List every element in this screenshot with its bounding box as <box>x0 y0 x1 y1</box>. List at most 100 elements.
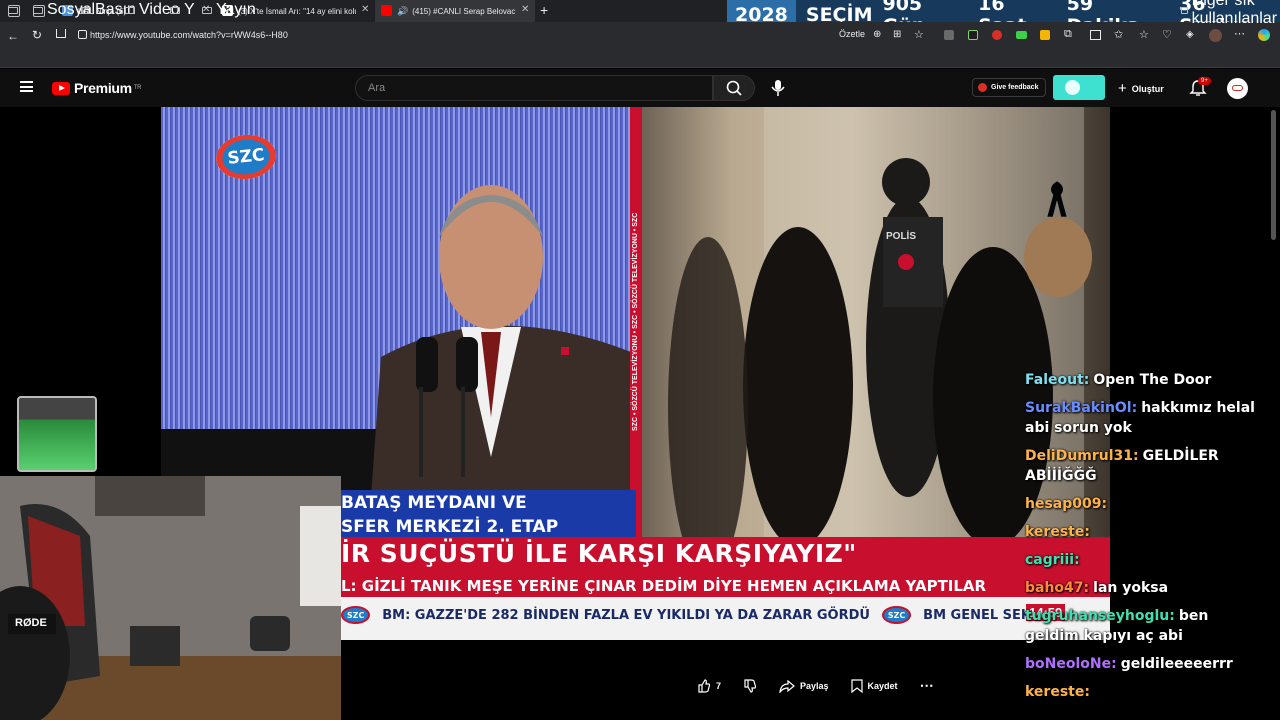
avatar-logo <box>1232 85 1243 91</box>
folder-icon <box>81 6 91 14</box>
tab-title: (415) #CANLI Serap Belovac <box>412 6 516 16</box>
chat-text: lan yoksa <box>1093 580 1169 596</box>
voice-search-button[interactable] <box>765 76 791 100</box>
chat-text: geldileeeeerrr <box>1120 656 1233 672</box>
share-arrow-icon <box>779 679 795 693</box>
bookmark-folder-y[interactable]: Y <box>170 1 195 18</box>
svg-text:POLİS: POLİS <box>886 229 916 242</box>
close-tab-icon[interactable]: ✕ <box>361 4 369 15</box>
copilot-icon[interactable]: ◈ <box>1186 29 1194 40</box>
hamburger-menu-icon[interactable] <box>20 81 33 92</box>
extension-icon[interactable] <box>968 30 978 40</box>
extension-toggle[interactable] <box>1053 75 1105 100</box>
more-options-icon[interactable]: ⋯ <box>1234 27 1245 40</box>
split-screen-icon[interactable] <box>1090 30 1101 40</box>
chat-message: tugruhanseyhoglu: ben geldim kapıyı aç ab… <box>1025 606 1255 646</box>
bookmark-folder-yayin[interactable]: Yayın <box>202 1 256 18</box>
szc-ticker-logo: SZC <box>881 606 912 624</box>
chat-message: cagriii: <box>1025 550 1255 570</box>
reload-icon[interactable]: ↻ <box>32 28 42 42</box>
folder-icon <box>125 6 135 14</box>
notification-badge: 9+ <box>1198 77 1211 85</box>
collections-star-icon[interactable]: ✩ <box>1114 28 1123 41</box>
more-actions-button[interactable]: ⋯ <box>920 677 934 694</box>
chat-username: tugruhanseyhoglu: <box>1025 608 1175 624</box>
chat-message: hesap009: <box>1025 494 1255 514</box>
chat-overlay: Faleout: Open The Door SurakBakinOl: hakkım… <box>1025 370 1255 710</box>
translate-icon[interactable]: ⊕ <box>873 29 881 40</box>
back-arrow-icon[interactable]: ← <box>7 29 19 43</box>
share-button[interactable]: Paylaş <box>779 679 829 693</box>
give-feedback-button[interactable]: Give feedback <box>972 78 1046 97</box>
page-scrollbar[interactable] <box>1271 110 1276 240</box>
favorites-bar-icon[interactable]: ☆ <box>1139 28 1149 41</box>
speaker-icon[interactable]: 🔊 <box>397 6 408 17</box>
home-icon[interactable] <box>56 29 66 38</box>
chat-username: Faleout: <box>1025 372 1090 388</box>
like-count: 7 <box>716 680 722 691</box>
more-horizontal-icon: ⋯ <box>919 677 934 693</box>
account-avatar[interactable] <box>1227 78 1248 99</box>
new-tab-button[interactable]: + <box>540 2 548 18</box>
favorite-star-icon[interactable]: ☆ <box>914 28 924 41</box>
bookmark-label: Diğer sık kullanılanlar <box>1191 0 1278 27</box>
chat-username: SurakBakinOl: <box>1025 400 1138 416</box>
bookmarks-menu-icon[interactable] <box>8 3 18 17</box>
copilot-sidebar-icon[interactable] <box>1258 29 1270 41</box>
search-button[interactable] <box>713 75 755 101</box>
chat-username: kereste: <box>1025 684 1090 700</box>
chat-message: DeliDumrul31: GELDİLER ABİİİĞĞĞ <box>1025 446 1255 486</box>
bookmark-icon <box>850 678 863 693</box>
youtube-play-icon <box>52 81 70 95</box>
youtube-logo[interactable]: Premium TR <box>52 80 142 96</box>
bookmark-label: Y <box>184 1 195 18</box>
premium-label: Premium <box>74 80 132 96</box>
speaker-illustration <box>371 185 641 497</box>
chat-message: SurakBakinOl: hakkımız helal abi sorun yo… <box>1025 398 1255 438</box>
browser-essentials-heart-icon[interactable]: ♡ <box>1162 28 1172 41</box>
chat-message: Faleout: Open The Door <box>1025 370 1255 390</box>
close-tab-icon[interactable]: ✕ <box>521 4 529 15</box>
save-button[interactable]: Kaydet <box>850 678 898 693</box>
summarize-button[interactable]: Özetle <box>839 29 865 39</box>
szc-ticker-logo: SZC <box>341 606 371 624</box>
save-label: Kaydet <box>867 680 898 691</box>
tab-youtube-live[interactable]: 🔊 (415) #CANLI Serap Belovac ✕ <box>375 0 535 22</box>
ticker-item: BM: GAZZE'DE 282 BİNDEN FAZLA EV YIKILDI… <box>382 607 870 623</box>
headline-blue-line-2: SFER MERKEZİ 2. ETAP <box>341 517 559 537</box>
share-label: Paylaş <box>800 680 829 691</box>
chat-username: cagriii: <box>1025 552 1080 568</box>
dislike-button[interactable] <box>743 678 757 693</box>
folder-icon <box>1181 6 1188 14</box>
youtube-favicon-icon <box>381 5 392 16</box>
extension-icon[interactable] <box>1016 31 1027 39</box>
news-ticker: SZC BM: GAZZE'DE 282 BİNDEN FAZLA EV YIK… <box>341 604 1031 626</box>
chat-username: kereste: <box>1025 524 1090 540</box>
headline-blue-line-1: BATAŞ MEYDANI VE <box>341 493 527 513</box>
plus-icon: + <box>1118 80 1127 97</box>
create-button[interactable]: + Oluştur <box>1118 80 1164 97</box>
feedback-icon <box>978 83 987 92</box>
black-ribbon-icon <box>1045 177 1069 219</box>
apps-icon[interactable]: ⊞ <box>893 29 901 40</box>
thumbs-up-icon <box>698 678 711 693</box>
search-input[interactable]: Ara <box>355 75 713 101</box>
folder-icon <box>33 6 43 14</box>
speaker-figure <box>341 167 641 497</box>
site-info-icon[interactable] <box>78 30 87 39</box>
like-button[interactable]: 7 <box>697 678 722 693</box>
video-actions: 7 Paylaş Kaydet ⋯ <box>697 677 934 694</box>
folder-icon <box>170 6 180 14</box>
profile-avatar[interactable] <box>1209 29 1222 42</box>
extension-icon[interactable] <box>944 30 954 40</box>
mic-brand-label: RØDE <box>15 617 47 629</box>
extensions-puzzle-icon[interactable]: ⧉ <box>1064 28 1072 41</box>
streamer-webcam: RØDE <box>0 476 341 720</box>
extension-icon[interactable] <box>992 30 1002 40</box>
url-input[interactable]: https://www.youtube.com/watch?v=rWW4s6--… <box>90 27 830 44</box>
chat-username: hesap009: <box>1025 496 1108 512</box>
extension-icon[interactable] <box>1040 30 1050 40</box>
ticker-item: BM GENEL SEK <box>923 607 1031 623</box>
jar-overlay <box>17 396 97 472</box>
other-bookmarks[interactable]: Diğer sık kullanılanlar <box>1181 0 1280 27</box>
